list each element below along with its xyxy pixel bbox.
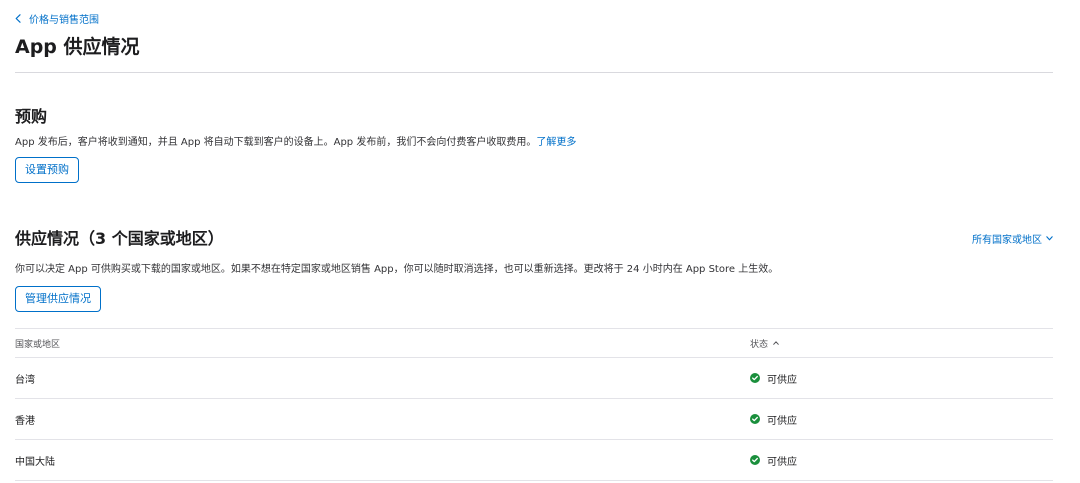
table-row: 香港 可供应	[15, 399, 1053, 440]
status-label: 可供应	[767, 415, 797, 427]
chevron-down-icon	[1046, 236, 1053, 241]
setup-preorder-button[interactable]: 设置预购	[15, 157, 79, 183]
availability-table: 国家或地区 状态 台湾 可供应 香港 可供应 中国大陆 可供应	[15, 328, 1053, 481]
status-label: 可供应	[767, 374, 797, 386]
availability-section-title: 供应情况（3 个国家或地区）	[15, 229, 224, 248]
table-row: 中国大陆 可供应	[15, 440, 1053, 481]
status-cell: 可供应	[750, 371, 797, 386]
chevron-up-icon	[773, 341, 779, 345]
region-filter-label: 所有国家或地区	[972, 235, 1042, 246]
availability-description: 你可以决定 App 可供购买或下载的国家或地区。如果不想在特定国家或地区销售 A…	[15, 264, 779, 275]
preorder-section-title: 预购	[15, 107, 48, 126]
status-column-header[interactable]: 状态	[750, 337, 779, 350]
page-title: App 供应情况	[15, 36, 140, 58]
table-row: 台湾 可供应	[15, 358, 1053, 399]
status-header-label: 状态	[750, 339, 769, 350]
preorder-description-text: App 发布后，客户将收到通知，并且 App 将自动下载到客户的设备上。App …	[15, 137, 537, 148]
table-header: 国家或地区 状态	[15, 329, 1053, 358]
region-filter-dropdown[interactable]: 所有国家或地区	[972, 231, 1053, 246]
status-cell: 可供应	[750, 412, 797, 427]
chevron-left-icon	[15, 14, 21, 23]
status-sort-control[interactable]: 状态	[750, 337, 779, 350]
country-cell: 中国大陆	[15, 456, 55, 468]
learn-more-link[interactable]: 了解更多	[536, 137, 576, 148]
manage-availability-button[interactable]: 管理供应情况	[15, 286, 101, 312]
status-cell: 可供应	[750, 453, 797, 468]
country-cell: 香港	[15, 415, 35, 427]
preorder-description: App 发布后，客户将收到通知，并且 App 将自动下载到客户的设备上。App …	[15, 133, 576, 148]
check-circle-icon	[750, 373, 760, 383]
country-cell: 台湾	[15, 374, 35, 386]
country-column-header: 国家或地区	[15, 339, 61, 350]
breadcrumb-back-link[interactable]: 价格与销售范围	[15, 11, 99, 26]
breadcrumb-label: 价格与销售范围	[29, 15, 99, 26]
check-circle-icon	[750, 414, 760, 424]
check-circle-icon	[750, 455, 760, 465]
header-divider	[15, 72, 1053, 73]
status-label: 可供应	[767, 456, 797, 468]
